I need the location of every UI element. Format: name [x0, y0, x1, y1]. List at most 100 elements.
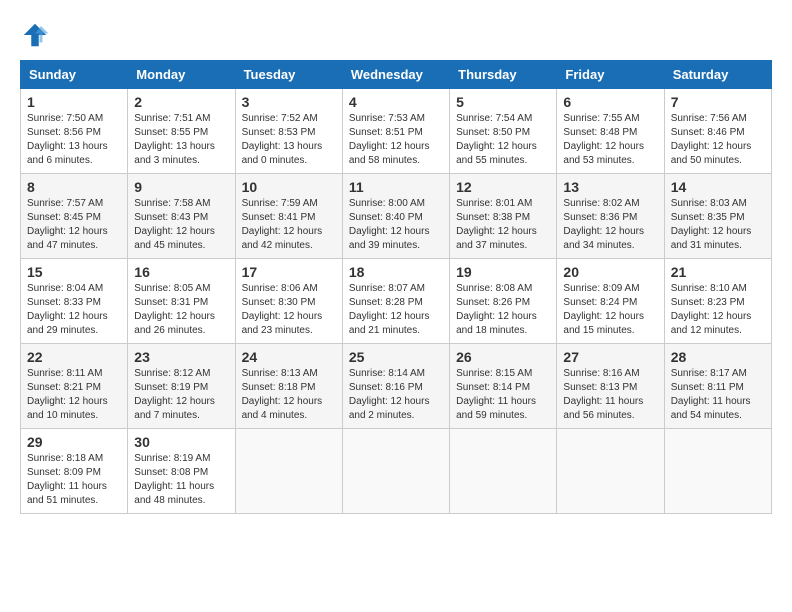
day-info: Sunrise: 7:59 AMSunset: 8:41 PMDaylight:… [242, 197, 336, 253]
day-number: 18 [349, 264, 443, 280]
day-number: 2 [134, 94, 228, 110]
day-number: 19 [456, 264, 550, 280]
day-info: Sunrise: 7:51 AMSunset: 8:55 PMDaylight:… [134, 112, 228, 168]
day-number: 16 [134, 264, 228, 280]
calendar-table: SundayMondayTuesdayWednesdayThursdayFrid… [20, 60, 772, 514]
day-cell-8: 8 Sunrise: 7:57 AMSunset: 8:45 PMDayligh… [21, 174, 128, 259]
day-number: 22 [27, 349, 121, 365]
empty-cell [235, 429, 342, 514]
day-number: 29 [27, 434, 121, 450]
header-sunday: Sunday [21, 61, 128, 89]
day-info: Sunrise: 8:17 AMSunset: 8:11 PMDaylight:… [671, 367, 765, 423]
day-number: 3 [242, 94, 336, 110]
day-number: 9 [134, 179, 228, 195]
day-cell-26: 26 Sunrise: 8:15 AMSunset: 8:14 PMDaylig… [450, 344, 557, 429]
week-row-2: 8 Sunrise: 7:57 AMSunset: 8:45 PMDayligh… [21, 174, 772, 259]
week-row-3: 15 Sunrise: 8:04 AMSunset: 8:33 PMDaylig… [21, 259, 772, 344]
day-number: 4 [349, 94, 443, 110]
day-cell-12: 12 Sunrise: 8:01 AMSunset: 8:38 PMDaylig… [450, 174, 557, 259]
day-cell-10: 10 Sunrise: 7:59 AMSunset: 8:41 PMDaylig… [235, 174, 342, 259]
day-cell-15: 15 Sunrise: 8:04 AMSunset: 8:33 PMDaylig… [21, 259, 128, 344]
day-number: 23 [134, 349, 228, 365]
day-number: 25 [349, 349, 443, 365]
day-cell-6: 6 Sunrise: 7:55 AMSunset: 8:48 PMDayligh… [557, 89, 664, 174]
day-info: Sunrise: 8:02 AMSunset: 8:36 PMDaylight:… [563, 197, 657, 253]
day-info: Sunrise: 8:09 AMSunset: 8:24 PMDaylight:… [563, 282, 657, 338]
header-saturday: Saturday [664, 61, 771, 89]
header-thursday: Thursday [450, 61, 557, 89]
day-number: 8 [27, 179, 121, 195]
day-info: Sunrise: 8:07 AMSunset: 8:28 PMDaylight:… [349, 282, 443, 338]
day-info: Sunrise: 8:03 AMSunset: 8:35 PMDaylight:… [671, 197, 765, 253]
day-number: 12 [456, 179, 550, 195]
day-number: 26 [456, 349, 550, 365]
day-number: 6 [563, 94, 657, 110]
day-number: 24 [242, 349, 336, 365]
day-number: 15 [27, 264, 121, 280]
day-info: Sunrise: 7:50 AMSunset: 8:56 PMDaylight:… [27, 112, 121, 168]
header-wednesday: Wednesday [342, 61, 449, 89]
day-cell-27: 27 Sunrise: 8:16 AMSunset: 8:13 PMDaylig… [557, 344, 664, 429]
day-cell-1: 1 Sunrise: 7:50 AMSunset: 8:56 PMDayligh… [21, 89, 128, 174]
day-info: Sunrise: 8:05 AMSunset: 8:31 PMDaylight:… [134, 282, 228, 338]
day-cell-16: 16 Sunrise: 8:05 AMSunset: 8:31 PMDaylig… [128, 259, 235, 344]
header-monday: Monday [128, 61, 235, 89]
day-info: Sunrise: 8:08 AMSunset: 8:26 PMDaylight:… [456, 282, 550, 338]
day-number: 20 [563, 264, 657, 280]
day-info: Sunrise: 8:00 AMSunset: 8:40 PMDaylight:… [349, 197, 443, 253]
day-info: Sunrise: 7:53 AMSunset: 8:51 PMDaylight:… [349, 112, 443, 168]
day-number: 17 [242, 264, 336, 280]
day-cell-5: 5 Sunrise: 7:54 AMSunset: 8:50 PMDayligh… [450, 89, 557, 174]
empty-cell [342, 429, 449, 514]
day-info: Sunrise: 7:52 AMSunset: 8:53 PMDaylight:… [242, 112, 336, 168]
day-cell-30: 30 Sunrise: 8:19 AMSunset: 8:08 PMDaylig… [128, 429, 235, 514]
day-cell-9: 9 Sunrise: 7:58 AMSunset: 8:43 PMDayligh… [128, 174, 235, 259]
day-info: Sunrise: 8:06 AMSunset: 8:30 PMDaylight:… [242, 282, 336, 338]
day-number: 28 [671, 349, 765, 365]
week-row-5: 29 Sunrise: 8:18 AMSunset: 8:09 PMDaylig… [21, 429, 772, 514]
empty-cell [450, 429, 557, 514]
day-number: 13 [563, 179, 657, 195]
day-cell-17: 17 Sunrise: 8:06 AMSunset: 8:30 PMDaylig… [235, 259, 342, 344]
day-number: 21 [671, 264, 765, 280]
page-header [20, 20, 772, 50]
day-number: 7 [671, 94, 765, 110]
logo [20, 20, 54, 50]
day-cell-20: 20 Sunrise: 8:09 AMSunset: 8:24 PMDaylig… [557, 259, 664, 344]
week-row-4: 22 Sunrise: 8:11 AMSunset: 8:21 PMDaylig… [21, 344, 772, 429]
day-info: Sunrise: 8:15 AMSunset: 8:14 PMDaylight:… [456, 367, 550, 423]
week-row-1: 1 Sunrise: 7:50 AMSunset: 8:56 PMDayligh… [21, 89, 772, 174]
day-info: Sunrise: 7:56 AMSunset: 8:46 PMDaylight:… [671, 112, 765, 168]
day-cell-25: 25 Sunrise: 8:14 AMSunset: 8:16 PMDaylig… [342, 344, 449, 429]
day-info: Sunrise: 7:57 AMSunset: 8:45 PMDaylight:… [27, 197, 121, 253]
empty-cell [557, 429, 664, 514]
day-number: 5 [456, 94, 550, 110]
day-number: 30 [134, 434, 228, 450]
day-cell-22: 22 Sunrise: 8:11 AMSunset: 8:21 PMDaylig… [21, 344, 128, 429]
header-tuesday: Tuesday [235, 61, 342, 89]
day-cell-13: 13 Sunrise: 8:02 AMSunset: 8:36 PMDaylig… [557, 174, 664, 259]
day-cell-24: 24 Sunrise: 8:13 AMSunset: 8:18 PMDaylig… [235, 344, 342, 429]
day-info: Sunrise: 8:11 AMSunset: 8:21 PMDaylight:… [27, 367, 121, 423]
day-cell-21: 21 Sunrise: 8:10 AMSunset: 8:23 PMDaylig… [664, 259, 771, 344]
day-cell-23: 23 Sunrise: 8:12 AMSunset: 8:19 PMDaylig… [128, 344, 235, 429]
day-info: Sunrise: 8:19 AMSunset: 8:08 PMDaylight:… [134, 452, 228, 508]
day-info: Sunrise: 7:55 AMSunset: 8:48 PMDaylight:… [563, 112, 657, 168]
day-info: Sunrise: 8:04 AMSunset: 8:33 PMDaylight:… [27, 282, 121, 338]
day-info: Sunrise: 8:01 AMSunset: 8:38 PMDaylight:… [456, 197, 550, 253]
day-info: Sunrise: 8:12 AMSunset: 8:19 PMDaylight:… [134, 367, 228, 423]
day-cell-11: 11 Sunrise: 8:00 AMSunset: 8:40 PMDaylig… [342, 174, 449, 259]
day-cell-4: 4 Sunrise: 7:53 AMSunset: 8:51 PMDayligh… [342, 89, 449, 174]
day-number: 27 [563, 349, 657, 365]
day-info: Sunrise: 8:14 AMSunset: 8:16 PMDaylight:… [349, 367, 443, 423]
day-cell-7: 7 Sunrise: 7:56 AMSunset: 8:46 PMDayligh… [664, 89, 771, 174]
day-cell-14: 14 Sunrise: 8:03 AMSunset: 8:35 PMDaylig… [664, 174, 771, 259]
calendar-header-row: SundayMondayTuesdayWednesdayThursdayFrid… [21, 61, 772, 89]
day-info: Sunrise: 7:58 AMSunset: 8:43 PMDaylight:… [134, 197, 228, 253]
day-cell-3: 3 Sunrise: 7:52 AMSunset: 8:53 PMDayligh… [235, 89, 342, 174]
day-number: 14 [671, 179, 765, 195]
empty-cell [664, 429, 771, 514]
day-number: 1 [27, 94, 121, 110]
day-cell-19: 19 Sunrise: 8:08 AMSunset: 8:26 PMDaylig… [450, 259, 557, 344]
day-info: Sunrise: 8:13 AMSunset: 8:18 PMDaylight:… [242, 367, 336, 423]
